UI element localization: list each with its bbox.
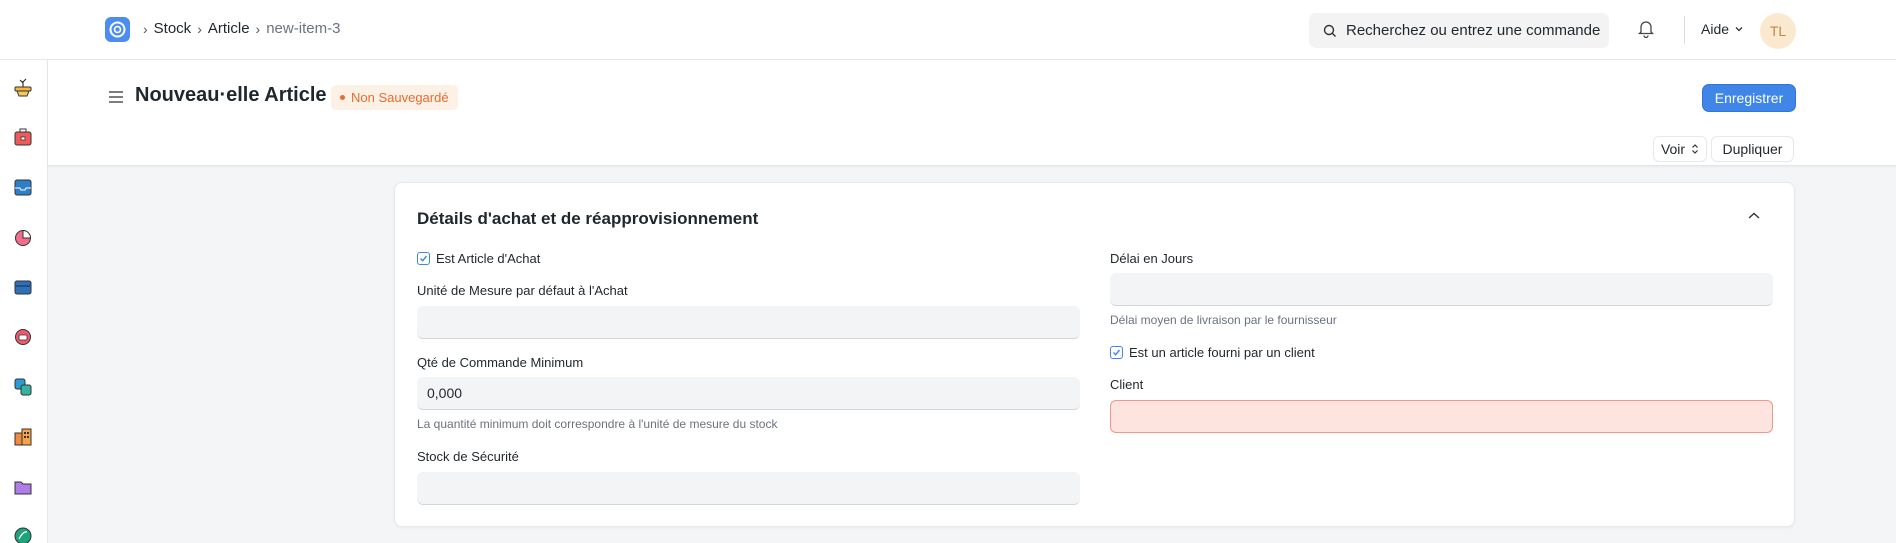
divider: [1684, 16, 1685, 44]
headset-icon[interactable]: [12, 326, 34, 348]
chevron-right-icon: ›: [255, 20, 261, 37]
avatar[interactable]: TL: [1760, 13, 1796, 49]
lead-time-help: Délai moyen de livraison par le fourniss…: [1110, 313, 1337, 327]
is-customer-provided-checkbox-row[interactable]: Est un article fourni par un client: [1110, 345, 1315, 360]
safety-stock-label: Stock de Sécurité: [417, 449, 519, 464]
app-logo-icon[interactable]: [105, 17, 130, 42]
leaf-icon[interactable]: [12, 524, 34, 543]
min-order-qty-label: Qté de Commande Minimum: [417, 355, 584, 370]
breadcrumb-article[interactable]: Article: [208, 20, 250, 37]
status-dot-icon: [340, 95, 345, 100]
view-dropdown-button[interactable]: Voir: [1653, 136, 1707, 162]
pie-chart-icon[interactable]: [12, 226, 34, 248]
page-title: Nouveau·elle Article: [135, 84, 327, 106]
customer-label: Client: [1110, 377, 1144, 392]
lead-time-label: Délai en Jours: [1110, 251, 1194, 266]
purchase-uom-input[interactable]: [417, 306, 1080, 339]
view-label: Voir: [1660, 141, 1686, 157]
checkbox-checked-icon[interactable]: [417, 252, 430, 265]
inbox-icon[interactable]: [12, 176, 34, 198]
plant-icon[interactable]: [12, 76, 34, 98]
bell-icon[interactable]: [1637, 20, 1655, 43]
lead-time-input[interactable]: [1110, 273, 1773, 306]
help-dropdown[interactable]: Aide: [1701, 21, 1744, 37]
save-button[interactable]: Enregistrer: [1702, 84, 1796, 112]
shapes-icon[interactable]: [12, 376, 34, 398]
purchase-details-section: Détails d'achat et de réapprovisionnemen…: [394, 182, 1795, 527]
breadcrumb-stock[interactable]: Stock: [154, 20, 192, 37]
wallet-icon[interactable]: [12, 276, 34, 298]
chevron-right-icon: ›: [143, 20, 148, 37]
min-order-qty-help: La quantité minimum doit correspondre à …: [417, 417, 778, 431]
is-purchase-item-checkbox-row[interactable]: Est Article d'Achat: [417, 251, 540, 266]
status-badge: Non Sauvegardé: [331, 85, 458, 110]
toolbox-icon[interactable]: [12, 126, 34, 148]
menu-icon[interactable]: [108, 90, 124, 104]
top-navbar: › Stock › Article › new-item-3 Recherche…: [0, 0, 1896, 60]
building-icon[interactable]: [12, 426, 34, 448]
is-customer-provided-label: Est un article fourni par un client: [1129, 345, 1315, 360]
search-placeholder: Recherchez ou entrez une commande: [1346, 22, 1601, 39]
breadcrumb-current: new-item-3: [266, 20, 341, 37]
duplicate-button[interactable]: Dupliquer: [1711, 136, 1794, 162]
folder-icon[interactable]: [12, 476, 34, 498]
is-purchase-item-label: Est Article d'Achat: [436, 251, 541, 266]
left-rail: [0, 60, 48, 543]
chevron-down-icon: [1735, 27, 1743, 32]
search-icon: [1323, 24, 1336, 37]
checkbox-checked-icon[interactable]: [1110, 346, 1123, 359]
chevron-right-icon: ›: [197, 20, 202, 37]
breadcrumb: › Stock › Article › new-item-3: [143, 20, 340, 37]
search-bar[interactable]: Recherchez ou entrez une commande: [1309, 13, 1609, 48]
status-badge-label: Non Sauvegardé: [351, 90, 449, 105]
purchase-uom-label: Unité de Mesure par défaut à l'Achat: [417, 283, 628, 298]
section-title: Détails d'achat et de réapprovisionnemen…: [417, 209, 759, 228]
chevron-up-icon[interactable]: [1747, 211, 1761, 221]
chevron-updown-icon: [1692, 144, 1698, 154]
safety-stock-input[interactable]: [417, 472, 1080, 505]
min-order-qty-input[interactable]: 0,000: [417, 377, 1080, 410]
help-label: Aide: [1701, 21, 1730, 37]
customer-input[interactable]: [1110, 400, 1773, 433]
page-header: Nouveau·elle Article Non Sauvegardé Enre…: [48, 60, 1896, 166]
